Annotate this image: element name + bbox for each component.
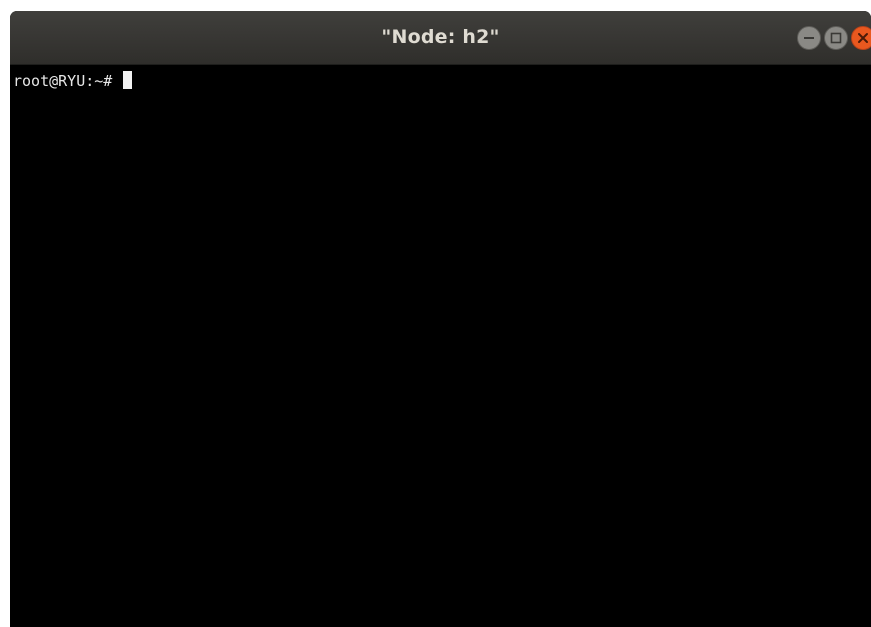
minimize-button[interactable] — [797, 26, 821, 50]
terminal-prompt-line: root@RYU:~# — [13, 71, 133, 91]
close-button[interactable] — [851, 26, 871, 50]
window-controls — [797, 26, 871, 51]
terminal-window: "Node: h2" root@RYU:~# — [10, 11, 871, 627]
text-cursor — [123, 71, 133, 89]
terminal-prompt: root@RYU:~# — [13, 72, 122, 90]
close-icon — [858, 33, 868, 43]
terminal-area[interactable]: root@RYU:~# — [10, 65, 871, 627]
title-bar[interactable]: "Node: h2" — [10, 11, 871, 65]
maximize-button[interactable] — [824, 26, 848, 50]
minimize-icon — [804, 37, 814, 39]
window-title: "Node: h2" — [381, 26, 500, 48]
maximize-icon — [830, 32, 842, 44]
